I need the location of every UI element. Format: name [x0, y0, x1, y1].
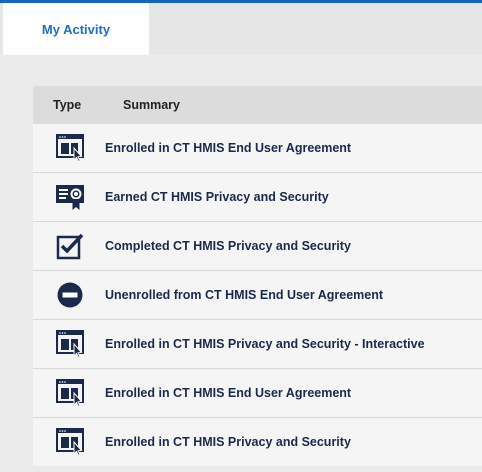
enrolled-course-icon — [33, 379, 105, 407]
row-summary: Enrolled in CT HMIS Privacy and Security — [105, 435, 351, 449]
table-row: Enrolled in CT HMIS End User Agreement — [33, 123, 482, 172]
row-summary: Enrolled in CT HMIS Privacy and Security… — [105, 337, 425, 351]
enrolled-course-icon — [33, 330, 105, 358]
row-summary: Completed CT HMIS Privacy and Security — [105, 239, 351, 253]
table-row: Enrolled in CT HMIS Privacy and Security — [33, 417, 482, 466]
table-row: Enrolled in CT HMIS Privacy and Security… — [33, 319, 482, 368]
table-row: Completed CT HMIS Privacy and Security — [33, 221, 482, 270]
checked-box-icon — [33, 232, 105, 260]
row-summary: Earned CT HMIS Privacy and Security — [105, 190, 329, 204]
tab-my-activity[interactable]: My Activity — [3, 3, 149, 55]
activity-panel: Type Summary Enrolled in CT HMIS End Use… — [0, 55, 482, 472]
table-header: Type Summary — [33, 86, 482, 123]
row-summary: Unenrolled from CT HMIS End User Agreeme… — [105, 288, 384, 302]
row-summary: Enrolled in CT HMIS End User Agreement — [105, 386, 352, 400]
enrolled-course-icon — [33, 428, 105, 456]
certificate-icon — [33, 183, 105, 211]
table-row: Unenrolled from CT HMIS End User Agreeme… — [33, 270, 482, 319]
table-row: Enrolled in CT HMIS End User Agreement — [33, 368, 482, 417]
activity-table: Type Summary Enrolled in CT HMIS End Use… — [33, 86, 482, 466]
column-header-type: Type — [53, 97, 82, 112]
unenrolled-minus-icon — [33, 281, 105, 309]
column-header-summary: Summary — [123, 97, 180, 112]
tab-bar: My Activity — [0, 3, 482, 55]
row-summary: Enrolled in CT HMIS End User Agreement — [105, 141, 352, 155]
table-row: Earned CT HMIS Privacy and Security — [33, 172, 482, 221]
enrolled-course-icon — [33, 134, 105, 162]
